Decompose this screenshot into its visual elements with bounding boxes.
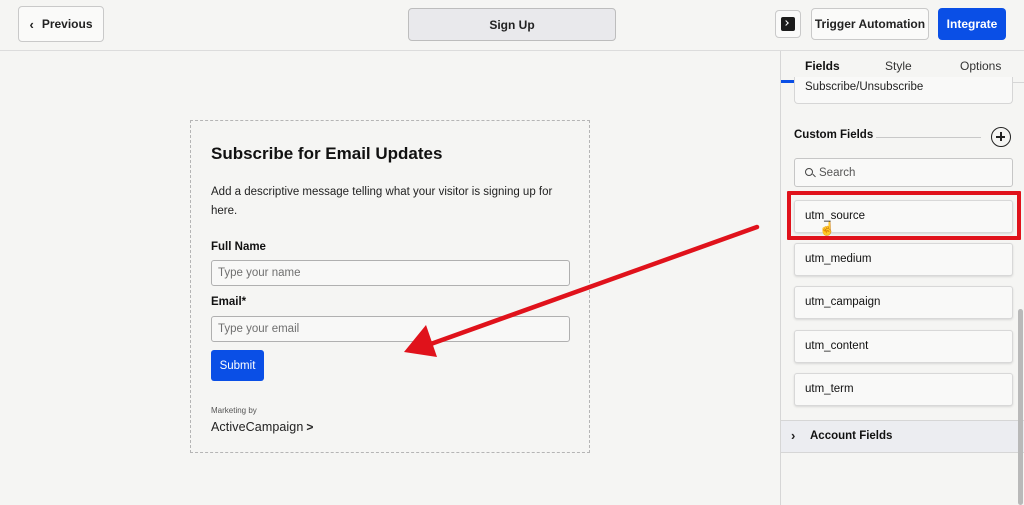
divider — [876, 137, 981, 138]
integrate-button[interactable]: Integrate — [938, 8, 1006, 40]
tab-style[interactable]: Style — [885, 59, 912, 73]
field-utm-campaign[interactable]: utm_campaign — [794, 286, 1013, 319]
marketing-by-text: Marketing by — [211, 406, 257, 415]
form-description[interactable]: Add a descriptive message telling what y… — [211, 183, 563, 221]
email-input[interactable] — [211, 316, 570, 342]
panel-scrollbar[interactable] — [1018, 309, 1023, 505]
account-fields-section[interactable]: › Account Fields — [781, 420, 1024, 453]
custom-fields-search[interactable] — [794, 158, 1013, 187]
terminal-icon — [781, 17, 795, 31]
terminal-button[interactable] — [775, 10, 801, 38]
top-bar: ‹ Previous Sign Up Trigger Automation In… — [0, 0, 1024, 51]
plus-circle-icon[interactable] — [991, 127, 1011, 147]
previous-label: Previous — [41, 17, 93, 31]
previous-button[interactable]: ‹ Previous — [18, 6, 104, 42]
field-utm-medium[interactable]: utm_medium — [794, 243, 1013, 276]
right-panel: Fields Style Options Subscribe/Unsubscri… — [780, 51, 1024, 505]
custom-fields-header: Custom Fields — [794, 127, 1013, 147]
field-subscribe-unsubscribe[interactable]: Subscribe/Unsubscribe — [794, 77, 1013, 104]
chevron-left-icon: ‹ — [29, 16, 34, 32]
trigger-automation-button[interactable]: Trigger Automation — [811, 8, 929, 40]
field-utm-content[interactable]: utm_content — [794, 330, 1013, 363]
full-name-label: Full Name — [211, 241, 266, 253]
search-icon — [805, 168, 813, 176]
page-tab-sign-up[interactable]: Sign Up — [408, 8, 616, 41]
full-name-input[interactable] — [211, 260, 570, 286]
tab-fields[interactable]: Fields — [805, 59, 840, 73]
search-input[interactable] — [819, 159, 1009, 186]
hand-pointer-icon: ☝ — [819, 221, 836, 236]
activecampaign-logo: ActiveCampaign > — [211, 420, 314, 434]
brand-chevron-icon: > — [306, 420, 314, 434]
tab-options[interactable]: Options — [960, 59, 1001, 73]
field-utm-term[interactable]: utm_term — [794, 373, 1013, 406]
form-preview[interactable]: Subscribe for Email Updates Add a descri… — [190, 120, 590, 453]
account-fields-label: Account Fields — [810, 430, 893, 442]
submit-button[interactable]: Submit — [211, 350, 264, 381]
email-label: Email* — [211, 296, 247, 308]
chevron-right-icon: › — [791, 428, 796, 443]
form-title[interactable]: Subscribe for Email Updates — [211, 144, 442, 164]
brand-name: ActiveCampaign — [211, 420, 304, 434]
custom-fields-title: Custom Fields — [794, 129, 874, 141]
